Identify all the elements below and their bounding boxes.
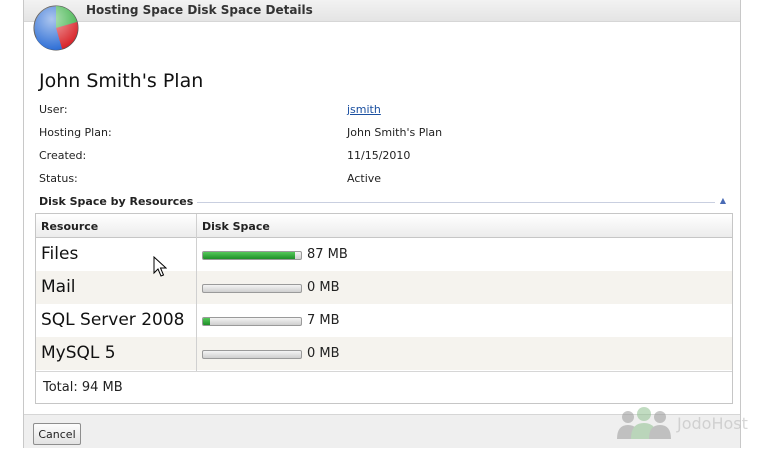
table-row: SQL Server 2008 7 MB bbox=[36, 304, 732, 337]
disk-space-grid: Resource Disk Space Files 87 MB Mail 0 M… bbox=[35, 213, 733, 404]
usage-bar bbox=[202, 350, 302, 359]
jodohost-watermark: JodoHost bbox=[615, 406, 775, 440]
status-value: Active bbox=[347, 172, 382, 185]
dialog-window: Hosting Space Disk Space Details John Sm… bbox=[23, 0, 741, 448]
mouse-pointer-icon bbox=[153, 256, 167, 277]
usage-bar bbox=[202, 284, 302, 293]
hosting-plan-label: Hosting Plan: bbox=[39, 126, 112, 139]
usage-value: 87 MB bbox=[307, 247, 348, 262]
cancel-button[interactable]: Cancel bbox=[33, 423, 81, 445]
total-value: Total: 94 MB bbox=[43, 380, 123, 395]
section-divider bbox=[184, 202, 715, 203]
usage-bar-fill bbox=[203, 318, 210, 325]
user-link[interactable]: jsmith bbox=[347, 103, 381, 116]
status-label: Status: bbox=[39, 172, 78, 185]
total-row: Total: 94 MB bbox=[36, 371, 732, 404]
usage-bar bbox=[202, 317, 302, 326]
resource-name: Mail bbox=[41, 277, 76, 297]
resource-name: SQL Server 2008 bbox=[41, 310, 185, 330]
watermark-text: JodoHost bbox=[677, 414, 748, 433]
plan-title: John Smith's Plan bbox=[39, 70, 204, 92]
disk-space-column-header[interactable]: Disk Space bbox=[202, 220, 270, 233]
disk-space-section-header: Disk Space by Resources ▲ bbox=[39, 194, 729, 210]
table-row: Files 87 MB bbox=[36, 238, 732, 271]
created-label: Created: bbox=[39, 149, 87, 162]
resource-column-header[interactable]: Resource bbox=[41, 220, 98, 233]
usage-value: 7 MB bbox=[307, 313, 340, 328]
user-label: User: bbox=[39, 103, 68, 116]
window-title: Hosting Space Disk Space Details bbox=[86, 3, 313, 17]
column-divider bbox=[196, 214, 197, 371]
usage-value: 0 MB bbox=[307, 280, 340, 295]
pie-chart-icon bbox=[33, 5, 79, 51]
users-logo-icon bbox=[617, 407, 671, 439]
resource-name: MySQL 5 bbox=[41, 343, 116, 363]
resource-name: Files bbox=[41, 244, 79, 264]
collapse-up-icon[interactable]: ▲ bbox=[717, 195, 729, 207]
usage-bar-fill bbox=[203, 252, 296, 259]
hosting-plan-value: John Smith's Plan bbox=[347, 126, 443, 139]
title-bar: Hosting Space Disk Space Details bbox=[24, 0, 740, 22]
created-value: 11/15/2010 bbox=[347, 149, 411, 162]
usage-bar bbox=[202, 251, 302, 260]
section-title: Disk Space by Resources bbox=[39, 195, 198, 208]
grid-header: Resource Disk Space bbox=[36, 214, 732, 238]
table-row: MySQL 5 0 MB bbox=[36, 337, 732, 370]
usage-value: 0 MB bbox=[307, 346, 340, 361]
table-row: Mail 0 MB bbox=[36, 271, 732, 304]
